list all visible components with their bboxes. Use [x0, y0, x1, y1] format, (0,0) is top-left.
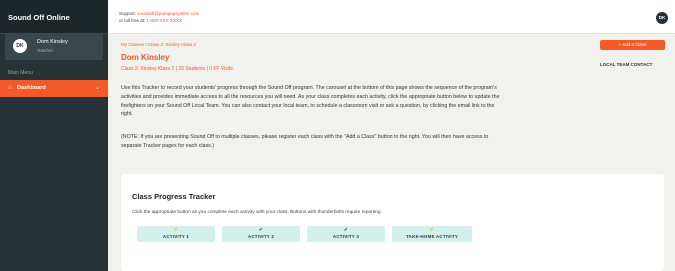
- home-icon: ⌂: [8, 85, 12, 91]
- breadcrumb[interactable]: My Classes / Class 2: Kinsley Klass 2: [121, 42, 196, 47]
- menu-heading: Main Menu: [8, 70, 33, 76]
- user-card[interactable]: DK Dom Kinsley Teacher: [5, 33, 103, 60]
- support-label: Support:: [119, 11, 137, 16]
- class-progress-tracker: Class Progress Tracker Click the appropr…: [121, 174, 664, 271]
- activity-label: ACTIVITY 2: [247, 234, 275, 239]
- support-email-link[interactable]: soundoff@pumpupsystem.com: [137, 11, 199, 16]
- account-avatar[interactable]: DK: [656, 12, 668, 24]
- user-name: Dom Kinsley: [37, 39, 68, 45]
- sidebar-item-label: Dashboard: [17, 85, 46, 91]
- activity-2-button[interactable]: ✔ ACTIVITY 2: [222, 226, 300, 242]
- checkmark-icon: ✔: [258, 227, 264, 233]
- sidebar: Sound Off Online DK Dom Kinsley Teacher …: [0, 0, 108, 271]
- avatar: DK: [13, 39, 27, 53]
- add-class-button[interactable]: + Add a Class: [600, 40, 665, 50]
- brand-bar: Sound Off Online: [0, 0, 108, 34]
- checkmark-icon: ✔: [343, 227, 349, 233]
- user-role: Teacher: [37, 48, 54, 53]
- tollfree-number: 1-800-XXX-XXXX: [146, 18, 183, 23]
- chevron-down-icon: ⌄: [95, 85, 101, 91]
- tracker-instructions: Click the appropriate button as you comp…: [132, 210, 382, 215]
- activity-label: TAKE-HOME ACTIVITY: [405, 234, 459, 239]
- tollfree-line: or toll free at: 1-800-XXX-XXXX: [119, 18, 182, 23]
- thunderbolt-icon: ⚡: [172, 227, 180, 233]
- tracker-title: Class Progress Tracker: [132, 192, 216, 201]
- tollfree-label: or toll free at:: [119, 18, 146, 23]
- note-text: (NOTE: If you are presenting Sound Off t…: [121, 134, 489, 149]
- sidebar-item-dashboard[interactable]: ⌂ Dashboard ⌄: [0, 80, 108, 97]
- local-team-contact-link[interactable]: LOCAL TEAM CONTACT: [600, 62, 652, 67]
- intro-text: Use this Tracker to record your students…: [121, 85, 500, 118]
- brand-logo-text[interactable]: Sound Off Online: [8, 13, 70, 22]
- activity-3-button[interactable]: ✔ ACTIVITY 3: [307, 226, 385, 242]
- support-line: Support: soundoff@pumpupsystem.com: [119, 11, 199, 16]
- activity-label: ACTIVITY 3: [332, 234, 360, 239]
- class-meta: Class 2: Kinsley Klass 2 | 20 Students |…: [121, 66, 233, 72]
- activity-1-button[interactable]: ⚡ ACTIVITY 1: [137, 226, 215, 242]
- top-bar: Support: soundoff@pumpupsystem.com or to…: [108, 0, 675, 34]
- thunderbolt-icon: ⚡: [428, 227, 436, 233]
- activity-label: ACTIVITY 1: [162, 234, 190, 239]
- take-home-activity-button[interactable]: ⚡ TAKE-HOME ACTIVITY: [392, 226, 472, 242]
- page-title: Dom Kinsley: [121, 53, 170, 62]
